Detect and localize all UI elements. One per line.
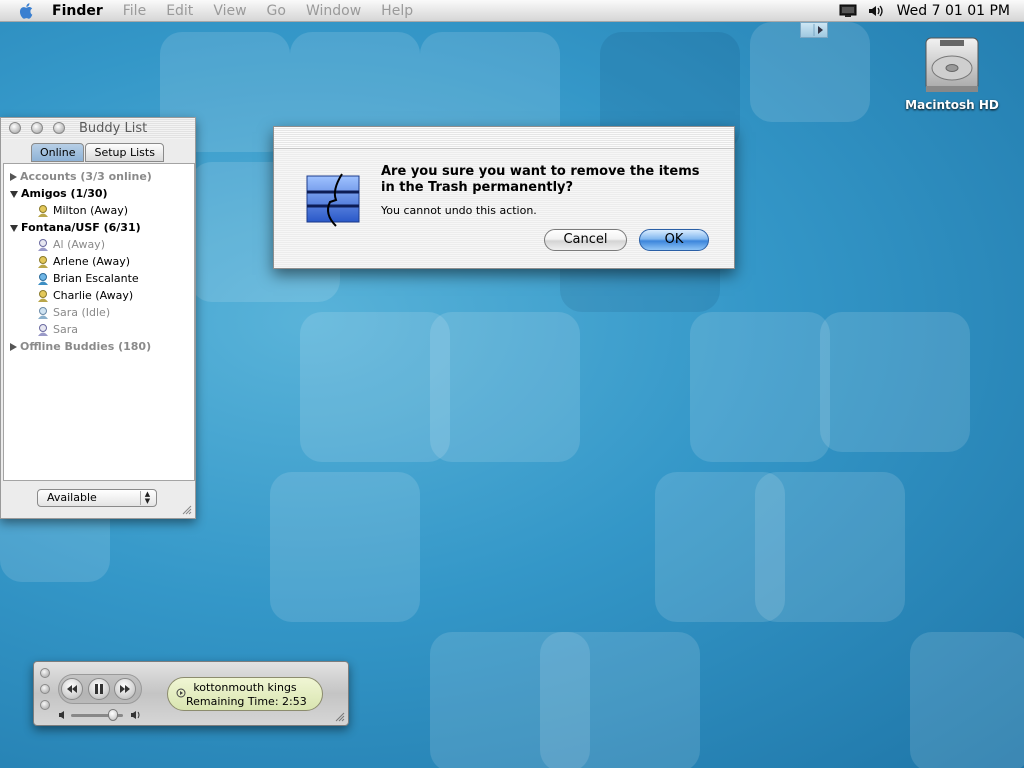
buddy-milton[interactable]: Milton (Away) bbox=[4, 202, 128, 219]
buddy-arlene[interactable]: Arlene (Away) bbox=[4, 253, 130, 270]
empty-trash-dialog: Are you sure you want to remove the item… bbox=[273, 126, 735, 269]
apple-menu-icon[interactable] bbox=[18, 2, 36, 20]
buddy-name: Sara bbox=[53, 323, 78, 336]
close-button[interactable] bbox=[40, 668, 50, 678]
song-title: kottonmouth kings bbox=[193, 681, 297, 694]
buddy-tabs: Online Setup Lists bbox=[31, 143, 165, 162]
menu-app-finder[interactable]: Finder bbox=[52, 3, 103, 19]
menu-file[interactable]: File bbox=[123, 3, 146, 19]
menu-extras: Wed 7 01 01 PM bbox=[839, 0, 1010, 21]
close-button[interactable] bbox=[9, 122, 21, 134]
group-label: Amigos (1/30) bbox=[21, 187, 108, 200]
tab-online[interactable]: Online bbox=[31, 143, 85, 162]
finder-icon bbox=[306, 173, 360, 227]
group-fontana-usf[interactable]: Fontana/USF (6/31) bbox=[4, 219, 141, 236]
buddy-name: Brian Escalante bbox=[53, 272, 139, 285]
status-select[interactable]: Available ▲ ▼ bbox=[37, 489, 157, 507]
disclosure-triangle-icon[interactable] bbox=[10, 190, 18, 198]
ok-button[interactable]: OK bbox=[639, 229, 709, 251]
zoom-button[interactable] bbox=[53, 122, 65, 134]
buddy-list-window: Buddy List Online Setup Lists Accounts (… bbox=[0, 117, 196, 519]
volume-menu-icon[interactable] bbox=[867, 4, 885, 18]
menu-bar: Finder File Edit View Go Window Help Wed… bbox=[0, 0, 1024, 22]
buddy-name: Al (Away) bbox=[53, 238, 105, 251]
away-buddy-icon bbox=[38, 239, 48, 251]
minimize-button[interactable] bbox=[40, 684, 50, 694]
toolbar-toggle-button[interactable] bbox=[800, 22, 828, 38]
buddy-name: Arlene (Away) bbox=[53, 255, 131, 268]
menu-view[interactable]: View bbox=[213, 3, 246, 19]
volume-knob[interactable] bbox=[107, 709, 118, 721]
volume-low-icon bbox=[59, 711, 64, 719]
minimize-button[interactable] bbox=[31, 122, 43, 134]
status-value: Available bbox=[47, 491, 97, 504]
pause-button[interactable] bbox=[88, 678, 110, 700]
group-accounts[interactable]: Accounts (3/3 online) bbox=[4, 168, 152, 185]
disclosure-triangle-icon[interactable] bbox=[10, 343, 17, 351]
display-menu-icon[interactable] bbox=[839, 4, 857, 18]
disk-label: Macintosh HD bbox=[905, 98, 999, 112]
updown-arrows-icon: ▲ ▼ bbox=[140, 491, 154, 505]
tab-setup-lists[interactable]: Setup Lists bbox=[85, 143, 164, 162]
dialog-detail: You cannot undo this action. bbox=[381, 204, 537, 217]
macintosh-hd-disk[interactable]: Macintosh HD bbox=[900, 34, 1004, 112]
menu-go[interactable]: Go bbox=[267, 3, 286, 19]
buddy-name: Charlie (Away) bbox=[53, 289, 134, 302]
buddy-al[interactable]: Al (Away) bbox=[4, 236, 105, 253]
group-offline-buddies[interactable]: Offline Buddies (180) bbox=[4, 338, 151, 355]
buddy-charlie[interactable]: Charlie (Away) bbox=[4, 287, 133, 304]
menu-window[interactable]: Window bbox=[306, 3, 361, 19]
remaining-time: Remaining Time: 2:53 bbox=[186, 695, 307, 708]
play-arrow-icon bbox=[813, 24, 823, 36]
resize-grip-icon[interactable] bbox=[335, 712, 345, 722]
disclosure-triangle-icon[interactable] bbox=[10, 173, 17, 181]
rewind-icon bbox=[67, 685, 77, 693]
fast-forward-icon bbox=[120, 685, 130, 693]
buddy-sara-idle[interactable]: Sara (Idle) bbox=[4, 304, 110, 321]
next-button[interactable] bbox=[114, 678, 136, 700]
menu-edit[interactable]: Edit bbox=[166, 3, 193, 19]
away-buddy-icon bbox=[38, 290, 48, 302]
window-title: Buddy List bbox=[79, 121, 148, 136]
hard-disk-icon bbox=[925, 37, 979, 92]
idle-buddy-icon bbox=[38, 324, 48, 336]
idle-buddy-icon bbox=[38, 307, 48, 319]
buddy-sara[interactable]: Sara bbox=[4, 321, 78, 338]
buddy-brian-escalante[interactable]: Brian Escalante bbox=[4, 270, 139, 287]
previous-button[interactable] bbox=[61, 678, 83, 700]
group-label: Offline Buddies (180) bbox=[20, 340, 152, 353]
now-playing-display[interactable]: kottonmouth kings Remaining Time: 2:53 bbox=[167, 677, 323, 711]
group-amigos[interactable]: Amigos (1/30) bbox=[4, 185, 108, 202]
pause-icon bbox=[95, 684, 103, 694]
disclosure-triangle-icon[interactable] bbox=[10, 224, 18, 232]
group-label: Accounts (3/3 online) bbox=[20, 170, 152, 183]
buddy-name: Milton (Away) bbox=[53, 204, 129, 217]
away-buddy-icon bbox=[38, 205, 48, 217]
resize-grip-icon[interactable] bbox=[182, 505, 192, 515]
buddy-list-titlebar[interactable]: Buddy List bbox=[1, 118, 195, 139]
group-label: Fontana/USF (6/31) bbox=[21, 221, 141, 234]
buddy-list: Accounts (3/3 online) Amigos (1/30) Milt… bbox=[3, 163, 195, 481]
zoom-button[interactable] bbox=[40, 700, 50, 710]
dialog-titlebar bbox=[274, 127, 734, 149]
itunes-mini-player: kottonmouth kings Remaining Time: 2:53 bbox=[33, 661, 349, 726]
online-buddy-icon bbox=[38, 273, 48, 285]
menu-help[interactable]: Help bbox=[381, 3, 413, 19]
buddy-name: Sara (Idle) bbox=[53, 306, 111, 319]
menu-clock[interactable]: Wed 7 01 01 PM bbox=[897, 3, 1010, 19]
dialog-message: Are you sure you want to remove the item… bbox=[381, 164, 700, 195]
away-buddy-icon bbox=[38, 256, 48, 268]
volume-high-icon bbox=[131, 711, 140, 719]
cancel-button[interactable]: Cancel bbox=[544, 229, 627, 251]
